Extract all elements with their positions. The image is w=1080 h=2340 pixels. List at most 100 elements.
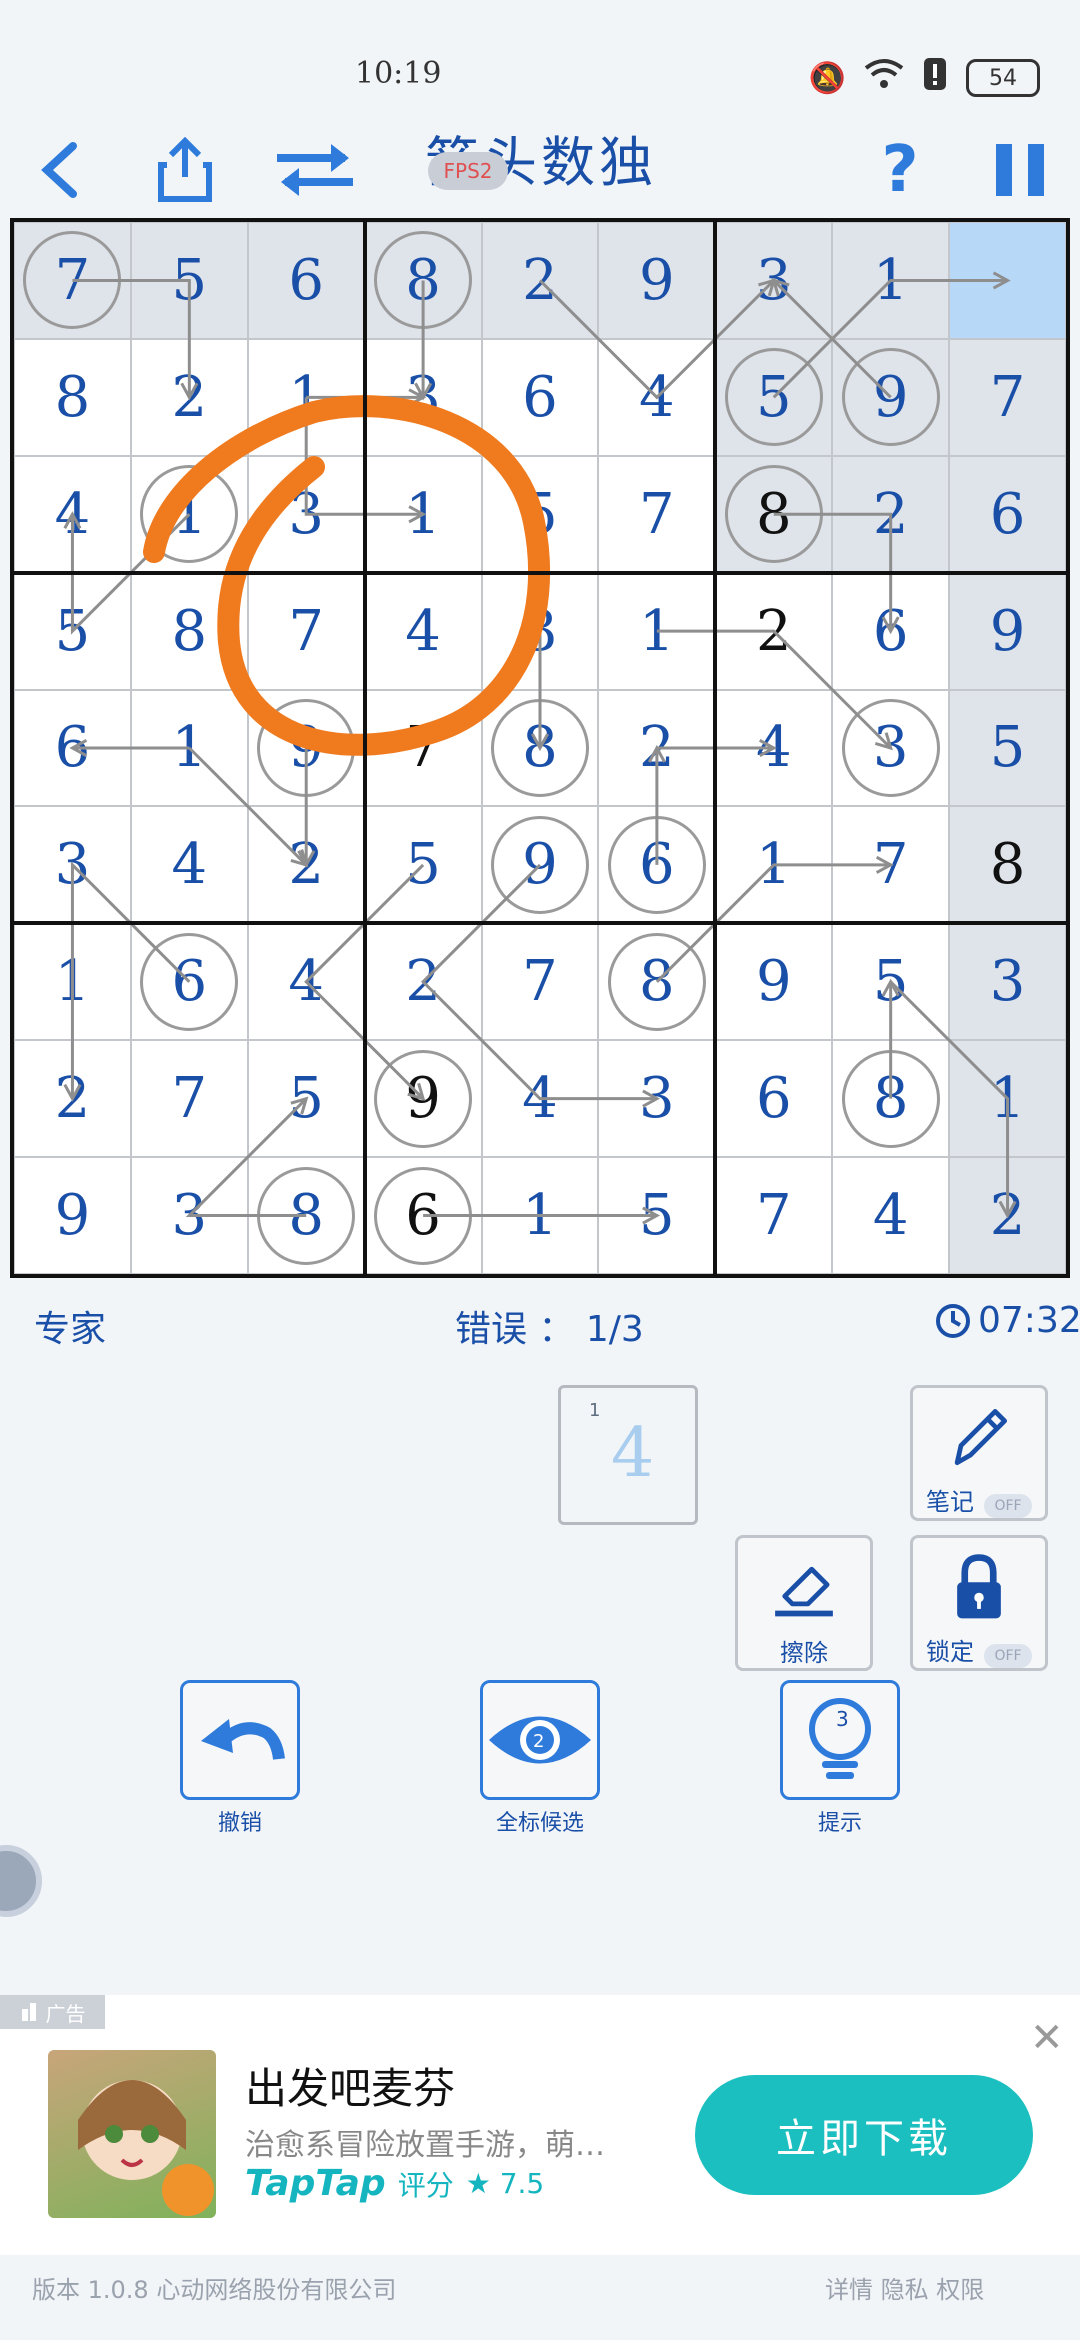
cell-r1c2[interactable]: 5: [130, 222, 248, 339]
pause-button[interactable]: [990, 110, 1050, 230]
cell-r3c5[interactable]: 5: [481, 455, 599, 573]
ad-banner[interactable]: 出发吧麦芬 治愈系冒险放置手游，萌… TapTap 评分 ★ 7.5 立即下载 …: [0, 1995, 1080, 2255]
candidates-button[interactable]: 2: [480, 1680, 600, 1800]
erase-button[interactable]: 擦除: [735, 1535, 873, 1671]
cell-r1c6[interactable]: 9: [598, 222, 716, 339]
cell-r6c5[interactable]: 9: [481, 806, 599, 924]
cell-r9c7[interactable]: 7: [715, 1157, 833, 1274]
cell-r3c8[interactable]: 2: [832, 455, 950, 573]
switch-button[interactable]: [270, 110, 360, 230]
cell-r7c3[interactable]: 4: [247, 923, 365, 1041]
cell-r9c6[interactable]: 5: [598, 1157, 716, 1274]
cell-r3c9[interactable]: 6: [949, 455, 1066, 573]
cell-r9c8[interactable]: 4: [832, 1157, 950, 1274]
footer-links[interactable]: 详情 隐私 权限: [825, 2270, 984, 2305]
cell-r3c1[interactable]: 4: [14, 455, 131, 573]
download-button[interactable]: 立即下载: [695, 2075, 1033, 2195]
cell-r3c4[interactable]: 1: [364, 455, 482, 573]
cell-r1c7[interactable]: 3: [715, 222, 833, 339]
cell-r5c7[interactable]: 4: [715, 689, 833, 807]
cell-r8c8[interactable]: 8: [832, 1040, 950, 1158]
cell-r9c1[interactable]: 9: [14, 1157, 131, 1274]
cell-r8c3[interactable]: 5: [247, 1040, 365, 1158]
hint-button[interactable]: 3: [780, 1680, 900, 1800]
cell-r5c3[interactable]: 9: [247, 689, 365, 807]
lock-toggle[interactable]: OFF: [984, 1644, 1032, 1668]
cell-r2c8[interactable]: 9: [832, 338, 950, 456]
cell-r6c7[interactable]: 1: [715, 806, 833, 924]
cell-r9c9[interactable]: 2: [949, 1157, 1066, 1274]
digit-pad-4[interactable]: 1 4: [558, 1385, 698, 1525]
cell-r1c8[interactable]: 1: [832, 222, 950, 339]
cell-r4c8[interactable]: 6: [832, 572, 950, 690]
cell-r2c5[interactable]: 6: [481, 338, 599, 456]
cell-r7c1[interactable]: 1: [14, 923, 131, 1041]
cell-r4c6[interactable]: 1: [598, 572, 716, 690]
help-button[interactable]: ?: [870, 110, 930, 230]
floating-bubble[interactable]: [0, 1845, 42, 1917]
cell-r5c6[interactable]: 2: [598, 689, 716, 807]
cell-r3c7[interactable]: 8: [715, 455, 833, 573]
cell-r6c3[interactable]: 2: [247, 806, 365, 924]
cell-r5c9[interactable]: 5: [949, 689, 1066, 807]
cell-r7c6[interactable]: 8: [598, 923, 716, 1041]
cell-r2c9[interactable]: 7: [949, 338, 1066, 456]
cell-r6c6[interactable]: 6: [598, 806, 716, 924]
ad-close-icon[interactable]: ✕: [1030, 2015, 1064, 2061]
cell-r1c3[interactable]: 6: [247, 222, 365, 339]
share-button[interactable]: [150, 110, 220, 230]
cell-r1c9[interactable]: [949, 222, 1066, 339]
cell-r6c8[interactable]: 7: [832, 806, 950, 924]
cell-r2c6[interactable]: 4: [598, 338, 716, 456]
cell-r1c5[interactable]: 2: [481, 222, 599, 339]
cell-r5c1[interactable]: 6: [14, 689, 131, 807]
cell-r7c2[interactable]: 6: [130, 923, 248, 1041]
cell-r4c2[interactable]: 8: [130, 572, 248, 690]
cell-r6c2[interactable]: 4: [130, 806, 248, 924]
notes-toggle[interactable]: OFF: [984, 1494, 1032, 1518]
cell-r8c9[interactable]: 1: [949, 1040, 1066, 1158]
cell-r2c4[interactable]: 3: [364, 338, 482, 456]
cell-r8c1[interactable]: 2: [14, 1040, 131, 1158]
cell-r7c9[interactable]: 3: [949, 923, 1066, 1041]
lock-button[interactable]: 锁定 OFF: [910, 1535, 1048, 1671]
cell-r6c4[interactable]: 5: [364, 806, 482, 924]
cell-r3c6[interactable]: 7: [598, 455, 716, 573]
cell-r7c7[interactable]: 9: [715, 923, 833, 1041]
cell-r5c5[interactable]: 8: [481, 689, 599, 807]
cell-r9c4[interactable]: 6: [364, 1157, 482, 1274]
cell-r2c7[interactable]: 5: [715, 338, 833, 456]
cell-r4c9[interactable]: 9: [949, 572, 1066, 690]
cell-r8c6[interactable]: 3: [598, 1040, 716, 1158]
cell-r2c1[interactable]: 8: [14, 338, 131, 456]
cell-r6c1[interactable]: 3: [14, 806, 131, 924]
cell-r5c8[interactable]: 3: [832, 689, 950, 807]
cell-r8c5[interactable]: 4: [481, 1040, 599, 1158]
cell-r1c1[interactable]: 7: [14, 222, 131, 339]
cell-r9c2[interactable]: 3: [130, 1157, 248, 1274]
cell-r9c5[interactable]: 1: [481, 1157, 599, 1274]
cell-r8c2[interactable]: 7: [130, 1040, 248, 1158]
cell-r4c1[interactable]: 5: [14, 572, 131, 690]
cell-r5c4[interactable]: 7: [364, 689, 482, 807]
cell-r3c3[interactable]: 3: [247, 455, 365, 573]
cell-r1c4[interactable]: 8: [364, 222, 482, 339]
cell-r9c3[interactable]: 8: [247, 1157, 365, 1274]
cell-r4c3[interactable]: 7: [247, 572, 365, 690]
cell-r7c5[interactable]: 7: [481, 923, 599, 1041]
cell-r8c4[interactable]: 9: [364, 1040, 482, 1158]
cell-r4c4[interactable]: 4: [364, 572, 482, 690]
cell-r2c3[interactable]: 1: [247, 338, 365, 456]
cell-r7c8[interactable]: 5: [832, 923, 950, 1041]
cell-r5c2[interactable]: 1: [130, 689, 248, 807]
notes-button[interactable]: 笔记 OFF: [910, 1385, 1048, 1521]
cell-r3c2[interactable]: 1: [130, 455, 248, 573]
cell-r8c7[interactable]: 6: [715, 1040, 833, 1158]
cell-r4c7[interactable]: 2: [715, 572, 833, 690]
cell-r2c2[interactable]: 2: [130, 338, 248, 456]
back-button[interactable]: [25, 110, 95, 230]
cell-r7c4[interactable]: 2: [364, 923, 482, 1041]
undo-button[interactable]: [180, 1680, 300, 1800]
cell-r4c5[interactable]: 3: [481, 572, 599, 690]
ad-game-icon[interactable]: [48, 2050, 216, 2218]
